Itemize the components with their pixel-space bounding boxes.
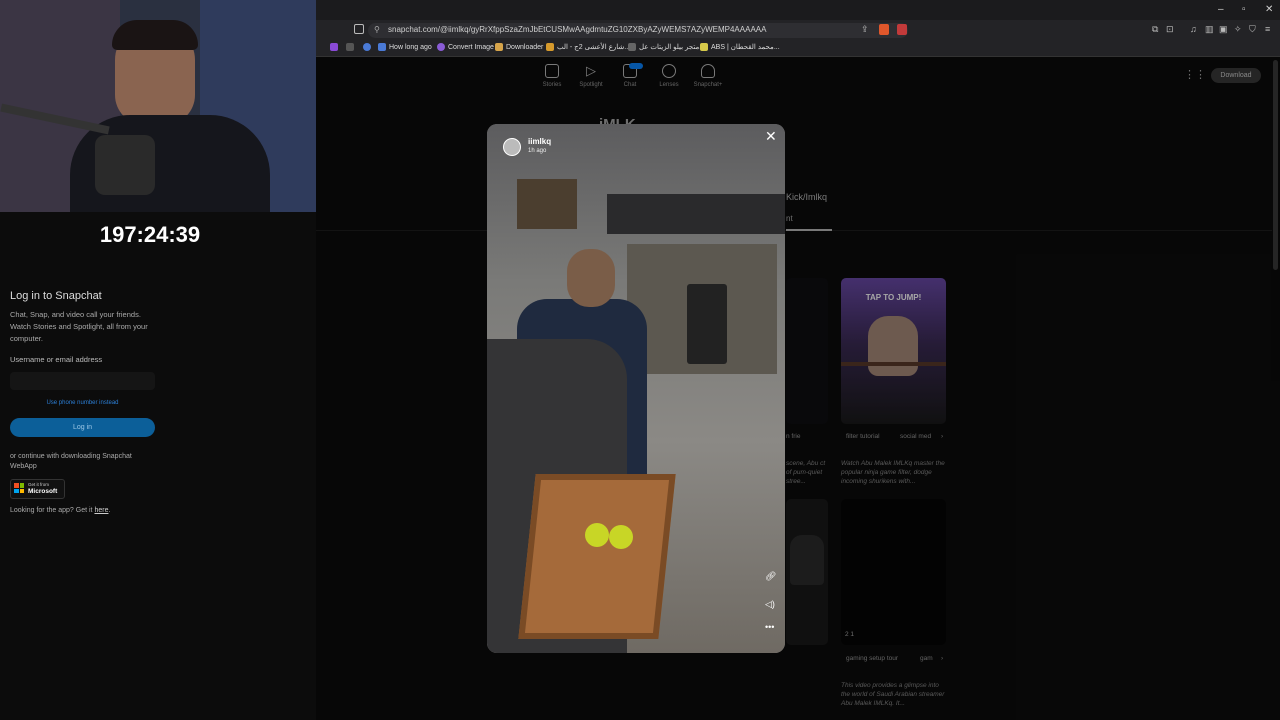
bookmark-store[interactable]: متجر بيلو الزيتات عل... (628, 43, 705, 51)
link-icon[interactable]: 🔗︎ (765, 571, 776, 582)
bookmark-favicon (700, 43, 708, 51)
volume-icon[interactable]: ◁) (765, 599, 775, 610)
url-text: snapchat.com/@iimlkq/gyRrXfppSzaZmJbEtCU… (388, 25, 767, 34)
microphone (95, 135, 155, 195)
music-icon[interactable]: ♫ (1190, 24, 1197, 34)
sign (517, 179, 577, 229)
bookmark-favicon (495, 43, 503, 51)
minimize-icon[interactable]: – (1218, 4, 1224, 15)
continue-text: or continue with downloading Snapchat We… (10, 453, 132, 470)
restore-icon[interactable]: ▫ (1242, 4, 1246, 15)
ceiling (607, 194, 785, 234)
app-here-link[interactable]: here (94, 507, 108, 514)
story-viewer (487, 124, 785, 653)
app-prompt: Looking for the app? Get it here. (10, 507, 111, 514)
webcam-feed (0, 0, 316, 212)
bookmark-label: شارع الأعشى 2ج - الب... (557, 44, 630, 51)
leo-ai-icon[interactable]: ✧ (1234, 24, 1242, 35)
bookmark-downloader[interactable]: Downloader (495, 43, 543, 51)
bookmark-street[interactable]: شارع الأعشى 2ج - الب... (546, 43, 630, 51)
bookmark-label: Convert Image (448, 43, 494, 51)
bookmark-convert-image[interactable]: Convert Image (437, 43, 494, 51)
bookmark-icon[interactable] (354, 24, 364, 34)
login-title: Log in to Snapchat (10, 290, 102, 302)
story-timestamp: 1h ago (528, 148, 547, 154)
site-info-icon[interactable]: ⚲ (374, 25, 380, 34)
menu-icon[interactable]: ≡ (1265, 24, 1270, 34)
bookmark-item-s[interactable] (330, 43, 338, 51)
close-window-icon[interactable]: ✕ (1265, 4, 1273, 15)
app-prompt-text: Looking for the app? Get it (10, 507, 95, 514)
close-icon[interactable]: ✕ (765, 128, 777, 145)
story-username[interactable]: iimlkq (528, 137, 551, 146)
ms-badge-line1: Get it from (28, 482, 50, 487)
username-field[interactable] (10, 372, 155, 390)
bookmark-favicon (628, 43, 636, 51)
bookmark-label: متجر بيلو الزيتات عل... (639, 44, 705, 51)
bookmark-label: How long ago (389, 43, 432, 51)
login-button[interactable]: Log in (10, 418, 155, 437)
bookmark-favicon (546, 43, 554, 51)
bookmark-abs[interactable]: ABS | محمد القحطان... (700, 43, 780, 51)
wooden-game-board (518, 474, 676, 639)
tennis-ball (585, 523, 609, 547)
microsoft-logo-icon (14, 483, 24, 493)
modal-backdrop[interactable] (316, 57, 1280, 720)
bookmark-how-long-ago[interactable]: How long ago (378, 43, 432, 51)
tennis-ball (609, 525, 633, 549)
ms-badge-line2: Microsoft (28, 488, 58, 495)
brave-rewards-icon[interactable] (897, 24, 907, 35)
stream-timer: 197:24:39 (99, 222, 201, 247)
bookmark-item-refresh[interactable] (363, 43, 371, 51)
person-head (567, 249, 615, 307)
bookmark-favicon (437, 43, 445, 51)
share-icon[interactable]: ⇪ (861, 24, 869, 35)
bookmark-item-folder[interactable] (346, 43, 354, 51)
extensions-icon[interactable]: ⧉ (1152, 24, 1158, 35)
username-label: Username or email address (10, 355, 103, 364)
login-subtitle: Chat, Snap, and video call your friends.… (10, 310, 148, 343)
streamer-hair (112, 20, 198, 50)
vpn-icon[interactable]: ⛉ (1249, 24, 1256, 35)
arcade-machine (687, 284, 727, 364)
avatar[interactable] (503, 138, 521, 156)
brave-shield-icon[interactable] (879, 24, 889, 35)
wallet-icon[interactable]: ▣ (1219, 24, 1228, 35)
bookmark-label: ABS | محمد القحطان... (711, 44, 780, 51)
sidebar-icon[interactable]: ▥ (1205, 24, 1214, 35)
more-icon[interactable]: ••• (765, 622, 774, 632)
bookmark-favicon (378, 43, 386, 51)
phone-number-link[interactable]: Use phone number instead (10, 400, 155, 406)
tab-search-icon[interactable]: ⊡ (1166, 24, 1174, 35)
bookmark-label: Downloader (506, 43, 544, 51)
